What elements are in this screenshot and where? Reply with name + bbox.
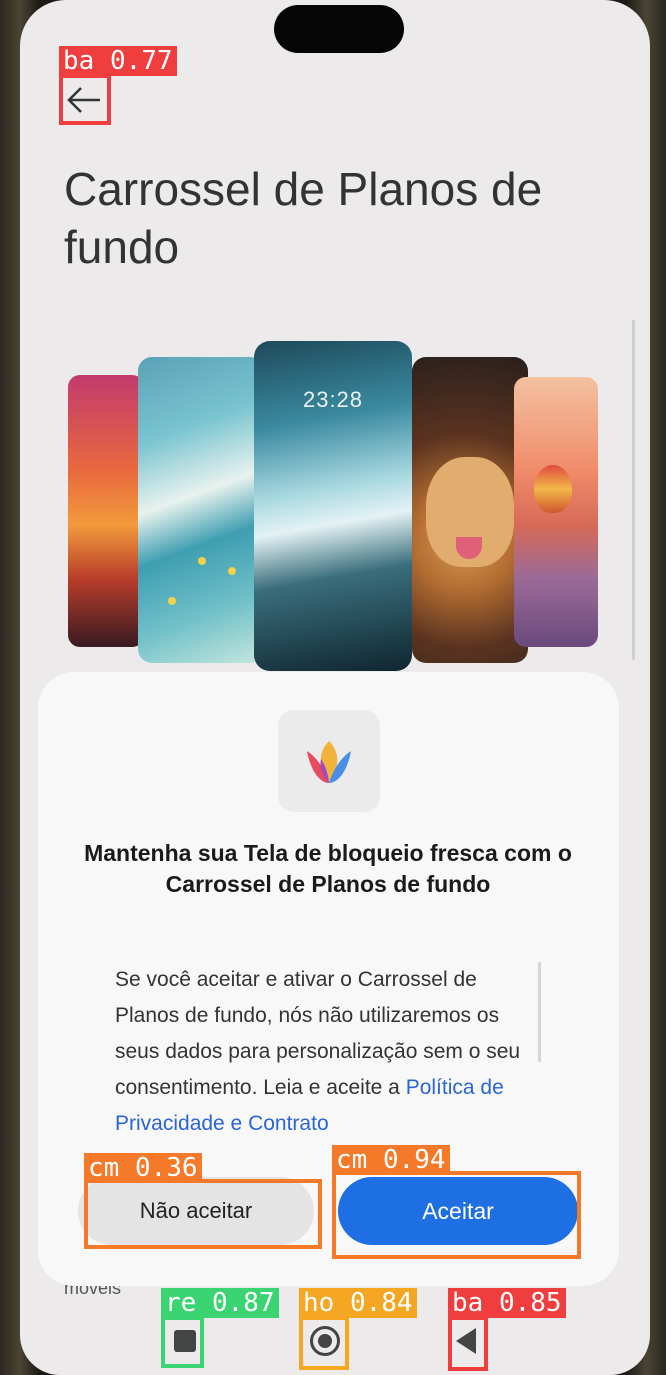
page-title: Carrossel de Planos de fundo xyxy=(64,163,543,273)
detection-box-back-top xyxy=(59,74,111,125)
balloon-image xyxy=(534,465,572,513)
surfer-dot xyxy=(228,567,236,575)
detection-box-recent xyxy=(161,1316,204,1368)
surfer-dot xyxy=(168,597,176,605)
detection-box-decline xyxy=(84,1179,322,1249)
app-icon xyxy=(278,710,380,812)
dialog-title: Mantenha sua Tela de bloqueio fresca com… xyxy=(84,840,572,897)
detection-label-recent: re 0.87 xyxy=(161,1288,279,1318)
detection-box-home xyxy=(299,1316,349,1370)
wallpaper-preview-ice-cave: 23:28 xyxy=(254,341,412,671)
detection-label-accept: cm 0.94 xyxy=(332,1145,450,1175)
wallpaper-preview-dog xyxy=(412,357,528,663)
detection-box-back-nav xyxy=(448,1316,488,1371)
dialog-body: Se você aceitar e ativar o Carrossel de … xyxy=(115,962,525,1130)
detection-label-home: ho 0.84 xyxy=(299,1288,417,1318)
wallpaper-preview-balloon xyxy=(514,377,598,647)
dialog-scrollbar[interactable] xyxy=(538,962,541,1062)
detection-label-back-nav: ba 0.85 xyxy=(448,1288,566,1318)
wallpaper-preview-surfers xyxy=(138,357,264,663)
tulip-icon xyxy=(307,741,351,783)
detection-label-back-top: ba 0.77 xyxy=(59,46,177,76)
detection-label-decline: cm 0.36 xyxy=(84,1153,202,1183)
surfer-dot xyxy=(198,557,206,565)
camera-cutout xyxy=(274,5,404,53)
detection-box-accept xyxy=(332,1171,581,1259)
page-scrollbar xyxy=(632,320,635,660)
wallpaper-preview-sunset xyxy=(68,375,144,647)
preview-clock: 23:28 xyxy=(302,387,364,412)
